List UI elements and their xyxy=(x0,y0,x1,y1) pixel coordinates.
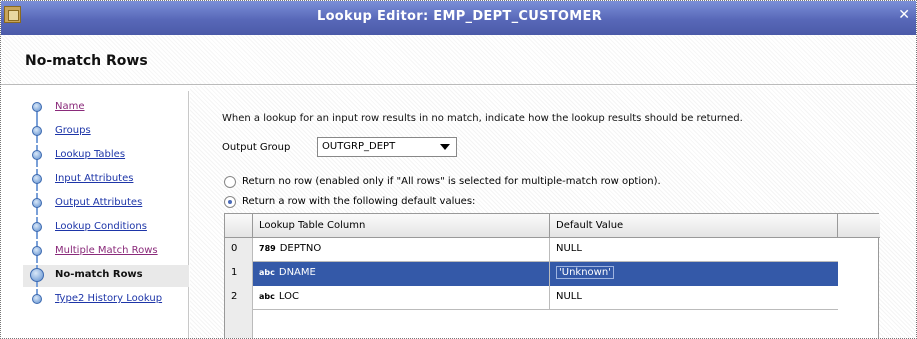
radio-button-selected[interactable] xyxy=(224,196,236,208)
row-number: 0 xyxy=(225,238,253,262)
default-value-cell[interactable]: NULL xyxy=(550,238,838,262)
step-dot-icon xyxy=(32,246,42,256)
output-group-value: OUTGRP_DEPT xyxy=(322,141,396,152)
row-number: 2 xyxy=(225,286,253,310)
string-type-icon: abc xyxy=(259,292,275,301)
default-value-cell[interactable]: 'Unknown' xyxy=(550,262,838,286)
close-icon[interactable]: ✕ xyxy=(898,7,910,23)
default-value-cell[interactable]: NULL xyxy=(550,286,838,310)
default-value: NULL xyxy=(556,291,582,302)
default-value: NULL xyxy=(556,243,582,254)
string-type-icon: abc xyxy=(259,268,275,277)
default-values-table: Lookup Table Column Default Value 0 789 D… xyxy=(224,213,880,338)
nav-item-name[interactable]: Name xyxy=(23,97,189,130)
nav-item-groups[interactable]: Groups xyxy=(23,121,189,143)
wizard-nav: Name Groups Lookup Tables Input Attribut… xyxy=(23,91,189,338)
nav-label[interactable]: Output Attributes xyxy=(55,197,142,208)
nav-label: No-match Rows xyxy=(55,269,143,280)
window-title: Lookup Editor: EMP_DEPT_CUSTOMER xyxy=(316,9,603,24)
output-group-label: Output Group xyxy=(222,142,291,153)
radio-label: Return no row (enabled only if "All rows… xyxy=(242,176,661,187)
lookup-column-cell[interactable]: abc LOC xyxy=(253,286,550,310)
table-row-selected[interactable]: 1 abc DNAME 'Unknown' xyxy=(225,262,838,286)
table-row[interactable]: 0 789 DEPTNO NULL xyxy=(225,238,838,262)
content-panel: When a lookup for an input row results i… xyxy=(190,86,916,338)
title-bar[interactable]: Lookup Editor: EMP_DEPT_CUSTOMER ✕ xyxy=(1,1,916,35)
output-group-select[interactable]: OUTGRP_DEPT xyxy=(317,137,457,157)
nav-label[interactable]: Lookup Tables xyxy=(55,149,125,160)
step-dot-icon xyxy=(32,198,42,208)
lookup-column-cell[interactable]: 789 DEPTNO xyxy=(253,238,550,262)
nav-item-type2-history-lookup[interactable]: Type2 History Lookup xyxy=(23,289,189,311)
step-dot-icon xyxy=(32,222,42,232)
nav-label[interactable]: Name xyxy=(55,101,85,112)
nav-item-output-attributes[interactable]: Output Attributes xyxy=(23,193,189,215)
lookup-column-cell[interactable]: abc DNAME xyxy=(253,262,550,286)
instructions-text: When a lookup for an input row results i… xyxy=(222,113,743,124)
column-name: DNAME xyxy=(278,267,316,278)
dropdown-arrow-icon xyxy=(440,144,450,150)
row-number: 1 xyxy=(225,262,253,286)
nav-item-lookup-conditions[interactable]: Lookup Conditions xyxy=(23,217,189,239)
nav-label[interactable]: Type2 History Lookup xyxy=(55,293,162,304)
table-row[interactable]: 2 abc LOC NULL xyxy=(225,286,838,310)
nav-label[interactable]: Input Attributes xyxy=(55,173,133,184)
step-dot-icon xyxy=(32,174,42,184)
column-header-default-value[interactable]: Default Value xyxy=(550,214,838,238)
nav-label[interactable]: Multiple Match Rows xyxy=(55,245,158,256)
row-number-header xyxy=(225,214,253,238)
step-dot-icon xyxy=(32,150,42,160)
numeric-type-icon: 789 xyxy=(259,244,276,253)
step-dot-icon xyxy=(32,126,42,136)
current-step-icon xyxy=(30,268,44,282)
step-dot-icon xyxy=(32,102,42,112)
nav-item-no-match-rows[interactable]: No-match Rows xyxy=(23,265,189,287)
table-header: Lookup Table Column Default Value xyxy=(225,214,880,238)
nav-item-lookup-tables[interactable]: Lookup Tables xyxy=(23,145,189,167)
page-header: No-match Rows xyxy=(1,35,916,85)
nav-item-input-attributes[interactable]: Input Attributes xyxy=(23,169,189,191)
radio-label: Return a row with the following default … xyxy=(242,196,476,207)
nav-label[interactable]: Groups xyxy=(55,125,91,136)
lookup-editor-window: Lookup Editor: EMP_DEPT_CUSTOMER ✕ No-ma… xyxy=(0,0,917,339)
column-name: DEPTNO xyxy=(279,243,322,254)
row-header-gutter xyxy=(225,310,253,338)
nav-item-multiple-match-rows[interactable]: Multiple Match Rows xyxy=(23,241,189,263)
step-dot-icon xyxy=(32,294,42,304)
column-header-lookup-table-column[interactable]: Lookup Table Column xyxy=(253,214,550,238)
default-value: 'Unknown' xyxy=(556,266,614,279)
column-name: LOC xyxy=(278,291,299,302)
nav-label[interactable]: Lookup Conditions xyxy=(55,221,147,232)
page-title: No-match Rows xyxy=(25,53,148,69)
radio-button[interactable] xyxy=(224,176,236,188)
